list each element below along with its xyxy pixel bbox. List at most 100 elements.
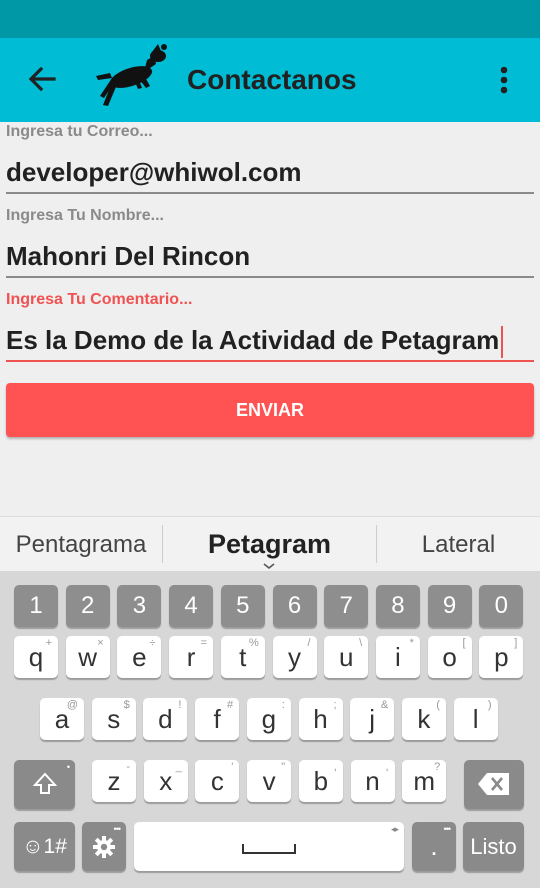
key-i-hint: * — [409, 637, 414, 649]
key-z[interactable]: z- — [92, 760, 136, 802]
key-w[interactable]: w × — [65, 636, 110, 678]
key-o[interactable]: o[ — [427, 636, 472, 678]
key-v-hint: " — [281, 761, 286, 773]
key-x[interactable]: x _ — [143, 760, 188, 802]
key-v[interactable]: v " — [247, 760, 292, 802]
key-c[interactable]: c ' — [195, 760, 240, 802]
space-icon — [242, 844, 296, 854]
key-b[interactable]: b, — [298, 760, 343, 802]
period-key[interactable]: . ••• — [412, 822, 456, 871]
key-9[interactable]: 9 — [427, 585, 472, 627]
key-0-label: 0 — [494, 592, 508, 619]
send-button[interactable]: ENVIAR — [6, 383, 534, 437]
key-q[interactable]: q + — [14, 636, 58, 678]
key-p[interactable]: p] — [479, 636, 524, 678]
name-label: Ingresa Tu Nombre... — [6, 207, 164, 224]
key-g[interactable]: g: — [246, 698, 291, 740]
key-6[interactable]: 6 — [272, 585, 317, 627]
shift-dots: • — [66, 762, 70, 772]
key-w-hint: × — [97, 637, 104, 649]
name-input[interactable]: Mahonri Del Rincon — [6, 238, 250, 274]
key-m[interactable]: m? — [402, 760, 447, 802]
key-t-hint: % — [249, 637, 259, 649]
key-p-label: p — [494, 642, 509, 672]
shift-icon — [32, 772, 57, 794]
symbols-key[interactable]: ☺1# — [14, 822, 75, 871]
key-5[interactable]: 5 — [220, 585, 265, 627]
backspace-key[interactable] — [464, 760, 524, 809]
key-v-label: v — [262, 766, 276, 796]
suggestion-right[interactable]: Lateral — [377, 517, 540, 572]
space-key[interactable]: ◂▸ — [134, 822, 404, 871]
key-4[interactable]: 4 — [169, 585, 214, 627]
comment-input[interactable]: Es la Demo de la Actividad de Petagram — [6, 322, 499, 358]
key-e-label: e — [132, 642, 147, 672]
key-d[interactable]: d! — [143, 698, 188, 740]
key-t-label: t — [239, 642, 247, 672]
key-3[interactable]: 3 — [117, 585, 162, 627]
more-vert-icon — [500, 66, 508, 94]
key-z-label: z — [107, 766, 121, 796]
key-c-label: c — [210, 766, 224, 796]
key-n-label: n — [365, 766, 380, 796]
email-input[interactable]: developer@whiwol.com — [6, 154, 302, 190]
key-0[interactable]: 0 — [479, 585, 524, 627]
key-k[interactable]: k( — [401, 698, 446, 740]
chevron-down-icon[interactable] — [262, 561, 276, 571]
key-y-hint: / — [307, 637, 311, 649]
key-a[interactable]: a @ — [40, 698, 84, 740]
key-f-hint: # — [226, 699, 234, 711]
key-m-hint: ? — [434, 761, 441, 773]
key-o-label: o — [442, 642, 457, 672]
key-h-hint: ; — [333, 699, 337, 711]
key-s-hint: $ — [123, 699, 130, 711]
key-9-label: 9 — [442, 592, 457, 619]
key-h[interactable]: h; — [298, 698, 343, 740]
key-7[interactable]: 7 — [324, 585, 369, 627]
key-r[interactable]: r = — [169, 636, 214, 678]
key-m-label: m — [413, 766, 436, 796]
shift-key[interactable]: • — [14, 760, 75, 809]
key-n[interactable]: n, — [350, 760, 395, 802]
arrow-back-icon — [28, 66, 56, 92]
key-j-label: j — [369, 704, 376, 734]
backspace-icon — [478, 773, 509, 795]
back-button[interactable] — [22, 60, 62, 100]
key-h-label: h — [313, 704, 328, 734]
key-b-label: b — [313, 766, 329, 796]
settings-dots: ••• — [113, 824, 122, 834]
key-e-hint: ÷ — [149, 637, 156, 649]
key-1[interactable]: 1 — [14, 585, 58, 627]
app-toolbar: Contactanos — [0, 38, 540, 122]
key-i-label: i — [395, 642, 401, 672]
key-7-label: 7 — [339, 592, 353, 619]
key-l[interactable]: l) — [453, 698, 498, 740]
page-title: Contactanos — [187, 64, 357, 95]
key-u[interactable]: u \ — [324, 636, 369, 678]
email-underline — [6, 192, 534, 194]
key-i[interactable]: i * — [375, 636, 420, 678]
key-x-hint: _ — [175, 761, 182, 773]
key-l-hint: ) — [487, 699, 492, 711]
done-key[interactable]: Listo — [463, 822, 524, 871]
key-8[interactable]: 8 — [375, 585, 420, 627]
key-1-label: 1 — [29, 592, 43, 619]
key-t[interactable]: t% — [220, 636, 265, 678]
key-y[interactable]: y / — [272, 636, 317, 678]
key-k-hint: ( — [436, 699, 440, 711]
key-g-hint: : — [281, 699, 285, 711]
email-label: Ingresa tu Correo... — [6, 123, 153, 140]
key-s[interactable]: s $ — [91, 698, 136, 740]
key-k-label: k — [417, 704, 431, 734]
overflow-menu-button[interactable] — [488, 60, 520, 100]
suggestion-left[interactable]: Pentagrama — [0, 517, 162, 572]
suggestion-strip: Pentagrama Petagram Lateral — [0, 516, 540, 571]
key-2[interactable]: 2 — [65, 585, 110, 627]
settings-key[interactable]: ••• — [82, 822, 126, 871]
key-g-label: g — [261, 704, 277, 734]
key-e[interactable]: e ÷ — [117, 636, 162, 678]
key-f[interactable]: f # — [195, 698, 240, 740]
key-4-label: 4 — [184, 592, 198, 619]
key-5-label: 5 — [236, 592, 250, 619]
key-j[interactable]: j & — [350, 698, 395, 740]
